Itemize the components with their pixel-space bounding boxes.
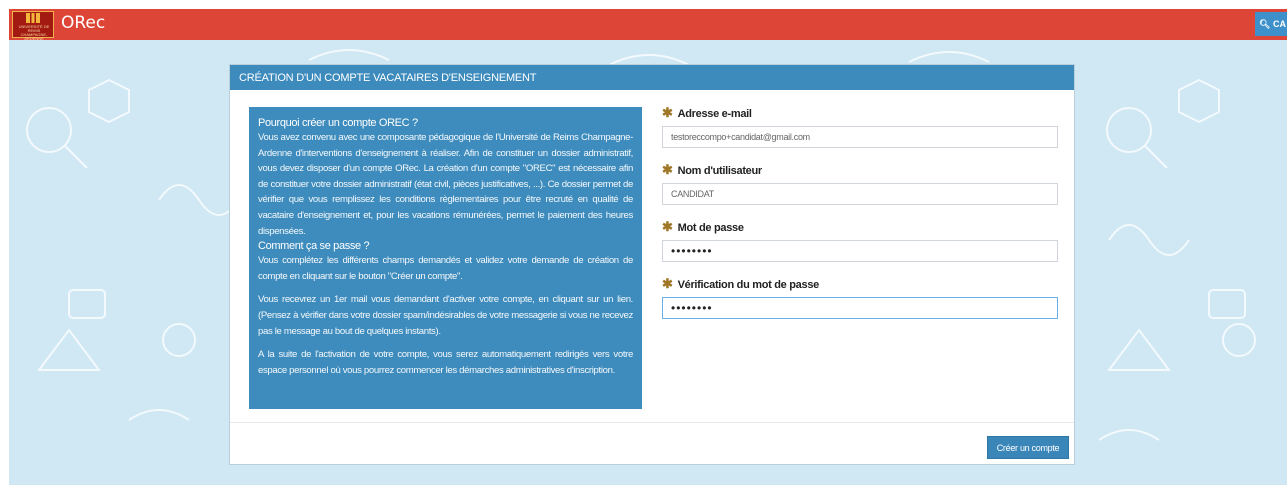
key-icon: 🔍︎ xyxy=(1259,19,1271,29)
required-icon: ✱ xyxy=(662,105,673,120)
required-icon: ✱ xyxy=(662,219,673,234)
account-creation-card: CRÉATION D'UN COMPTE VACATAIRES D'ENSEIG… xyxy=(229,64,1075,465)
card-footer-divider xyxy=(230,422,1074,423)
username-field[interactable] xyxy=(662,183,1058,205)
email-field[interactable] xyxy=(662,126,1058,148)
how-title: Comment ça se passe ? xyxy=(258,240,370,253)
logo-text: UNIVERSITÉ DE REIMS CHAMPAGNE-ARDENNE xyxy=(18,24,50,41)
create-account-button[interactable]: Créer un compte xyxy=(987,436,1069,459)
top-right-button-label: CA xyxy=(1272,19,1286,29)
how-text-2: Vous recevrez un 1er mail vous demandant… xyxy=(258,294,633,337)
account-form: ✱Adresse e-mail ✱Nom d'utilisateur ✱Mot … xyxy=(662,105,1062,333)
username-label: ✱ Nom d'utilisateur xyxy=(662,162,762,177)
email-label: ✱ Adresse e-mail xyxy=(662,105,752,120)
app-title[interactable]: ORec xyxy=(61,13,105,33)
university-logo[interactable]: UNIVERSITÉ DE REIMS CHAMPAGNE-ARDENNE xyxy=(12,11,54,41)
required-icon: ✱ xyxy=(662,276,673,291)
password-field[interactable] xyxy=(662,240,1058,262)
why-title: Pourquoi créer un compte OREC ? xyxy=(258,117,418,129)
info-panel: Pourquoi créer un compte OREC ? Vous ave… xyxy=(249,107,642,409)
password-label: ✱ Mot de passe xyxy=(662,219,744,234)
required-icon: ✱ xyxy=(662,162,673,177)
logo-mark xyxy=(26,13,40,23)
top-right-button[interactable]: 🔍︎ CA xyxy=(1255,12,1287,36)
password-confirm-field[interactable] xyxy=(662,297,1058,319)
how-text-1: Vous complétez les différents champs dem… xyxy=(258,255,633,282)
top-navbar: UNIVERSITÉ DE REIMS CHAMPAGNE-ARDENNE OR… xyxy=(9,9,1287,41)
password-confirm-label: ✱ Vérification du mot de passe xyxy=(662,276,819,291)
how-text-3: A la suite de l'activation de votre comp… xyxy=(258,349,633,376)
card-title: CRÉATION D'UN COMPTE VACATAIRES D'ENSEIG… xyxy=(230,65,1074,90)
why-text: Vous avez convenu avec une composante pé… xyxy=(258,132,633,237)
